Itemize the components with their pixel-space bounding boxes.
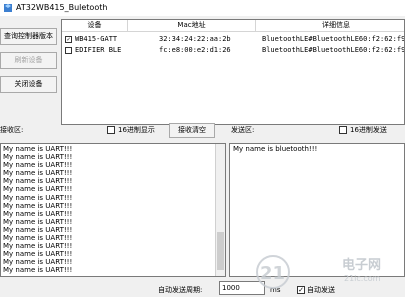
- svg-text:21: 21: [260, 263, 285, 284]
- close-device-button[interactable]: 关闭设备: [0, 76, 57, 93]
- device-list[interactable]: 设备 Mac地址 详细信息 ✓ WB415-GATT 32:34:24:22:a…: [61, 19, 405, 125]
- receive-line: My name is UART!!!: [3, 185, 73, 194]
- scrollbar-thumb[interactable]: [217, 232, 224, 270]
- receive-line: My name is UART!!!: [3, 145, 73, 153]
- device-mac: fc:e8:00:e2:d1:26: [159, 46, 231, 54]
- send-hex-checkbox[interactable]: [339, 126, 347, 134]
- column-header-detail[interactable]: 详细信息: [256, 20, 404, 32]
- receive-scrollbar[interactable]: [215, 144, 225, 276]
- receive-line: My name is UART!!!: [3, 258, 73, 267]
- device-name: WB415-GATT: [75, 35, 118, 43]
- receive-line: My name is UART!!!: [3, 225, 73, 234]
- device-name: EDIFIER BLE: [75, 46, 122, 54]
- device-detail: BluetoothLE#BluetoothLE60:f2:62:f9:c: [262, 35, 405, 43]
- receive-line: My name is UART!!!: [3, 234, 73, 243]
- receive-line: My name is UART!!!: [3, 153, 73, 162]
- receive-hex-label: 16进制显示: [118, 126, 155, 134]
- watermark-text: 电子网: [342, 258, 382, 273]
- window-title: AT32WB415_Buletooth: [16, 3, 108, 12]
- receive-lines: My name is UART!!! My name is UART!!! My…: [3, 145, 213, 275]
- column-header-mac[interactable]: Mac地址: [128, 20, 256, 32]
- receive-line: My name is UART!!!: [3, 201, 73, 210]
- receive-line: My name is UART!!!: [3, 169, 73, 178]
- device-mac: 32:34:24:22:aa:2b: [159, 35, 231, 43]
- receive-textarea[interactable]: My name is UART!!! My name is UART!!! My…: [0, 143, 226, 277]
- receive-line: My name is UART!!!: [3, 242, 73, 251]
- receive-line: My name is UART!!!: [3, 177, 73, 186]
- receive-label: 接收区:: [0, 126, 24, 134]
- column-header-device[interactable]: 设备: [62, 20, 128, 32]
- refresh-device-button[interactable]: 刷新设备: [0, 52, 57, 69]
- auto-send-period-label: 自动发送周期:: [158, 286, 203, 294]
- device-list-header: 设备 Mac地址 详细信息: [62, 20, 404, 32]
- send-label: 发送区:: [231, 126, 255, 134]
- receive-line: My name is UART!!!: [3, 209, 73, 218]
- auto-send-checkbox[interactable]: ✓: [297, 286, 305, 294]
- watermark-url: 21ic.com: [344, 274, 381, 283]
- device-row[interactable]: ✓ WB415-GATT 32:34:24:22:aa:2b Bluetooth…: [62, 34, 405, 45]
- receive-hex-checkbox[interactable]: [107, 126, 115, 134]
- device-row[interactable]: EDIFIER BLE fc:e8:00:e2:d1:26 BluetoothL…: [62, 45, 405, 56]
- query-version-button[interactable]: 查询控制器版本: [0, 28, 57, 45]
- device-checkbox[interactable]: [65, 47, 72, 54]
- receive-line: My name is UART!!!: [3, 161, 73, 170]
- receive-line: My name is UART!!!: [3, 266, 73, 275]
- title-bar: AT32WB415_Buletooth: [0, 0, 405, 16]
- app-icon: [4, 4, 12, 12]
- receive-line: My name is UART!!!: [3, 193, 73, 202]
- send-text: My name is bluetooth!!!: [233, 145, 318, 153]
- auto-send-label: 自动发送: [307, 286, 335, 294]
- clear-receive-button[interactable]: 接收清空: [169, 123, 215, 138]
- device-detail: BluetoothLE#BluetoothLE60:f2:62:f9:c: [262, 46, 405, 54]
- send-hex-label: 16进制发送: [350, 126, 387, 134]
- device-checkbox[interactable]: ✓: [65, 36, 72, 43]
- watermark-logo: 21: [256, 255, 290, 289]
- receive-line: My name is UART!!!: [3, 250, 73, 259]
- receive-line: My name is UART!!!: [3, 217, 73, 226]
